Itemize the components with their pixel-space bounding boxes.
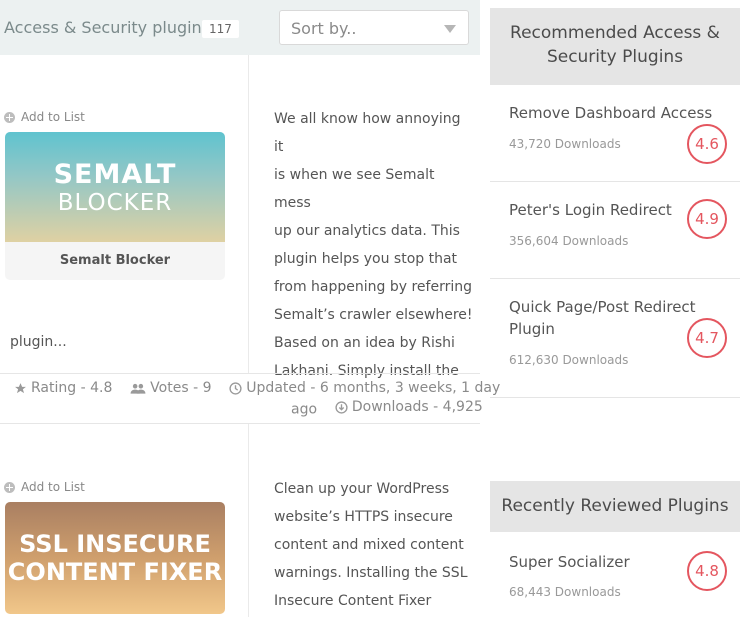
plugin-description: Clean up your WordPress website’s HTTPS … bbox=[274, 475, 474, 615]
description-overflow: plugin... bbox=[10, 334, 67, 350]
row-divider bbox=[0, 373, 480, 374]
sidebar: Recommended Access & Security Plugins Re… bbox=[490, 0, 740, 617]
plugin-count-badge: 117 bbox=[202, 20, 239, 38]
add-to-list-label: Add to List bbox=[21, 110, 85, 124]
description-line: plugin helps you stop that bbox=[274, 251, 458, 267]
description-line: Based on an idea by Rishi bbox=[274, 335, 455, 351]
plugin-name-link[interactable]: Semalt Blocker bbox=[5, 242, 225, 280]
sort-dropdown-label: Sort by.. bbox=[291, 19, 357, 38]
reviewed-plugin-downloads: 68,443 Downloads bbox=[509, 585, 621, 599]
add-to-list-button[interactable]: Add to List bbox=[4, 480, 85, 494]
recently-reviewed-heading: Recently Reviewed Plugins bbox=[490, 481, 740, 532]
description-line: is when we see Semalt mess bbox=[274, 167, 435, 211]
recommended-plugin-name[interactable]: Peter's Login Redirect bbox=[509, 201, 672, 219]
recommended-plugin-downloads: 43,720 Downloads bbox=[509, 137, 621, 151]
updated-text-cont: ago bbox=[291, 401, 318, 418]
recommended-plugin-item[interactable]: Peter's Login Redirect 356,604 Downloads… bbox=[490, 181, 740, 278]
category-title: Access & Security plugins bbox=[4, 18, 211, 37]
recommended-plugin-name-cont[interactable]: Plugin bbox=[509, 320, 555, 338]
thumbnail-subtitle: CONTENT FIXER bbox=[7, 558, 223, 586]
rating-badge: 4.7 bbox=[687, 318, 727, 358]
download-icon bbox=[335, 400, 348, 414]
updated-meta: Updated - 6 months, 3 weeks, 1 day bbox=[229, 380, 500, 396]
recommended-plugin-name[interactable]: Quick Page/Post Redirect bbox=[509, 298, 696, 316]
rating-badge: 4.8 bbox=[687, 551, 727, 591]
plugin-thumbnail[interactable]: SEMALT BLOCKER bbox=[5, 132, 225, 242]
thumbnail-title: SSL INSECURE bbox=[19, 530, 211, 558]
recommended-heading-line: Recommended Access & bbox=[510, 23, 720, 43]
category-header: Access & Security plugins 117 Sort by.. bbox=[0, 0, 480, 55]
column-divider bbox=[248, 55, 249, 373]
plugin-description: We all know how annoying it is when we s… bbox=[274, 105, 474, 385]
plugin-list-area: Access & Security plugins 117 Sort by.. … bbox=[0, 0, 500, 617]
plus-circle-icon bbox=[4, 481, 15, 493]
rating-badge: 4.9 bbox=[687, 199, 727, 239]
thumbnail-subtitle: BLOCKER bbox=[57, 189, 173, 216]
plugin-card[interactable]: SEMALT BLOCKER Semalt Blocker bbox=[5, 132, 225, 280]
description-line: Insecure Content Fixer bbox=[274, 593, 432, 609]
plugin-thumbnail[interactable]: SSL INSECURE CONTENT FIXER bbox=[5, 502, 225, 614]
add-to-list-button[interactable]: Add to List bbox=[4, 110, 85, 124]
users-icon bbox=[130, 383, 146, 394]
recommended-plugin-name[interactable]: Remove Dashboard Access bbox=[509, 104, 712, 122]
recommended-heading-line: Security Plugins bbox=[546, 47, 684, 67]
sort-dropdown[interactable]: Sort by.. bbox=[279, 10, 469, 45]
plus-circle-icon bbox=[4, 111, 15, 123]
rating-text: Rating - 4.8 bbox=[31, 380, 113, 396]
votes-meta: Votes - 9 bbox=[130, 380, 211, 396]
clock-icon bbox=[229, 381, 242, 395]
description-line: content and mixed content bbox=[274, 537, 464, 553]
downloads-meta: Downloads - 4,925 bbox=[335, 399, 483, 415]
recommended-heading: Recommended Access & Security Plugins bbox=[490, 8, 740, 85]
description-line: Clean up your WordPress bbox=[274, 481, 450, 497]
recommended-plugin-item[interactable]: Quick Page/Post Redirect Plugin 612,630 … bbox=[490, 278, 740, 397]
column-divider bbox=[248, 424, 249, 617]
updated-text: Updated - 6 months, 3 weeks, 1 day bbox=[246, 380, 501, 396]
rating-meta: Rating - 4.8 bbox=[14, 380, 112, 396]
row-divider bbox=[0, 423, 480, 424]
recommended-plugin-item[interactable]: Remove Dashboard Access 43,720 Downloads… bbox=[490, 85, 740, 181]
description-line: up our analytics data. This bbox=[274, 223, 460, 239]
reviewed-plugin-item[interactable]: Super Socializer 68,443 Downloads 4.8 bbox=[490, 532, 740, 617]
description-line: from happening by referring bbox=[274, 279, 472, 295]
sidebar-separator bbox=[490, 397, 740, 398]
votes-text: Votes - 9 bbox=[150, 380, 212, 396]
plugin-card[interactable]: SSL INSECURE CONTENT FIXER bbox=[5, 502, 225, 614]
recommended-plugin-downloads: 612,630 Downloads bbox=[509, 353, 629, 367]
reviewed-plugin-name[interactable]: Super Socializer bbox=[509, 553, 630, 571]
star-icon bbox=[15, 382, 26, 393]
description-line: website’s HTTPS insecure bbox=[274, 509, 453, 525]
downloads-text: Downloads - 4,925 bbox=[351, 399, 483, 415]
add-to-list-label: Add to List bbox=[21, 480, 85, 494]
description-line: We all know how annoying it bbox=[274, 111, 461, 155]
thumbnail-title: SEMALT bbox=[53, 158, 177, 190]
chevron-down-icon bbox=[444, 25, 456, 33]
description-line: Semalt’s crawler elsewhere! bbox=[274, 307, 473, 323]
rating-badge: 4.6 bbox=[687, 124, 727, 164]
description-line: warnings. Installing the SSL bbox=[274, 565, 468, 581]
recommended-plugin-downloads: 356,604 Downloads bbox=[509, 234, 629, 248]
